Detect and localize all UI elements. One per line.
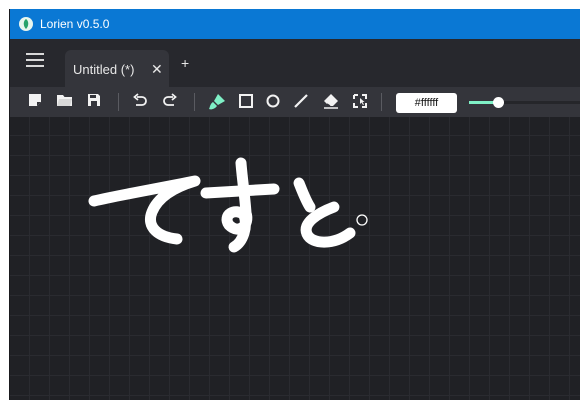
save-icon[interactable] <box>86 92 106 112</box>
brush-size-slider-knob[interactable] <box>493 97 504 108</box>
open-folder-icon[interactable] <box>56 92 76 112</box>
selection-icon[interactable] <box>351 92 371 112</box>
tab-bar: Untitled (*) ✕ + <box>10 39 580 87</box>
add-tab-icon[interactable]: + <box>181 55 189 71</box>
handwritten-to-curve-stroke <box>300 201 356 248</box>
redo-icon[interactable] <box>161 92 181 112</box>
title-bar: Lorien v0.5.0 <box>10 9 580 39</box>
brush-icon[interactable] <box>207 92 227 112</box>
circle-icon[interactable] <box>264 92 284 112</box>
line-icon[interactable] <box>292 92 312 112</box>
tab-untitled[interactable]: Untitled (*) ✕ <box>65 50 169 87</box>
eraser-icon[interactable] <box>322 92 342 112</box>
handwritten-su-vertical-stroke <box>221 157 253 253</box>
tab-label: Untitled (*) <box>73 62 135 77</box>
handwritten-to-vertical-stroke <box>293 177 316 213</box>
app-logo-icon <box>19 17 33 31</box>
brush-color-picker[interactable]: #ffffff <box>396 93 457 113</box>
toolbar-separator <box>381 93 382 111</box>
hamburger-menu-icon[interactable] <box>26 51 46 71</box>
toolbar-separator <box>118 93 119 111</box>
toolbar: #ffffff <box>10 87 580 117</box>
handwritten-te-stroke <box>88 175 201 245</box>
new-file-icon[interactable] <box>27 92 47 112</box>
tab-close-icon[interactable]: ✕ <box>151 61 163 78</box>
drawing-canvas[interactable] <box>10 117 580 400</box>
brush-cursor <box>356 214 368 226</box>
window-title: Lorien v0.5.0 <box>40 17 110 31</box>
brush-size-slider[interactable] <box>469 97 580 108</box>
undo-icon[interactable] <box>131 92 151 112</box>
rectangle-icon[interactable] <box>237 92 257 112</box>
toolbar-separator <box>194 93 195 111</box>
canvas-drawing <box>88 157 368 253</box>
app-window: Lorien v0.5.0 Untitled (*) ✕ + #ffffff <box>9 9 580 400</box>
